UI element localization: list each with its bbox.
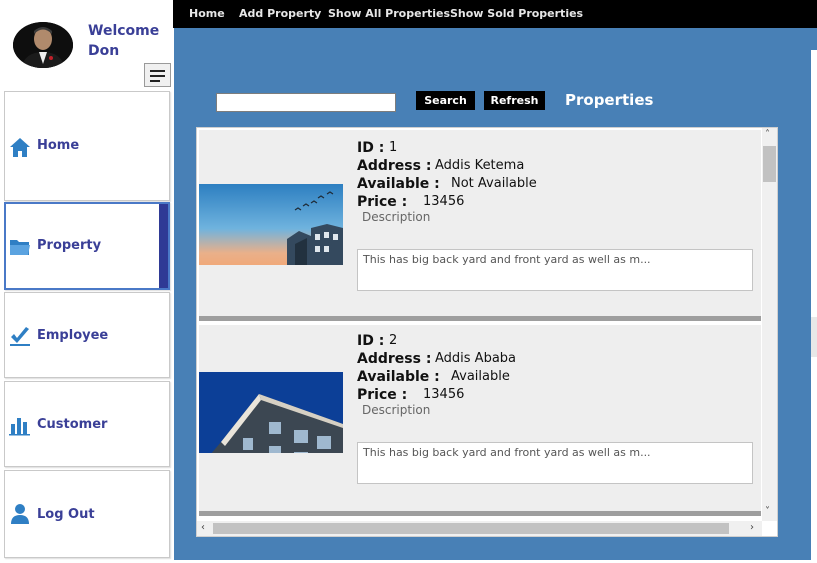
active-indicator (159, 204, 168, 288)
sidebar-item-label: Customer (37, 417, 108, 432)
address-value: Addis Ababa (435, 351, 517, 366)
hamburger-icon-line (150, 75, 165, 77)
property-details: ID : 1 Address : Addis Ketema Available … (357, 140, 757, 220)
scroll-right-icon[interactable]: › (750, 522, 754, 533)
address-label: Address : (357, 351, 432, 367)
main-edge (811, 28, 817, 50)
vertical-scrollbar[interactable]: ˄ ˅ (762, 128, 777, 521)
id-value: 1 (389, 140, 398, 155)
id-value: 2 (389, 333, 398, 348)
scroll-down-icon[interactable]: ˅ (765, 506, 770, 517)
page-title: Properties (565, 91, 654, 109)
top-nav-bar: Home Add Property Show All Properties Sh… (173, 0, 817, 28)
horizontal-scroll-thumb[interactable] (213, 523, 729, 534)
property-details: ID : 2 Address : Addis Ababa Available :… (357, 333, 757, 413)
description-field[interactable]: This has big back yard and front yard as… (357, 442, 753, 484)
hamburger-icon-line (150, 80, 160, 82)
id-label: ID : (357, 333, 385, 349)
welcome-text: Welcome Don (88, 21, 159, 61)
scroll-up-icon[interactable]: ˄ (765, 129, 770, 140)
price-value: 13456 (423, 194, 465, 209)
background-window-edge (811, 317, 817, 357)
available-label: Available : (357, 369, 440, 385)
property-card[interactable]: ID : 2 Address : Addis Ababa Available :… (199, 325, 761, 516)
id-label: ID : (357, 140, 385, 156)
welcome-line: Welcome (88, 23, 160, 39)
username: Don (88, 43, 120, 59)
property-image (199, 372, 343, 453)
property-card[interactable]: ID : 1 Address : Addis Ketema Available … (199, 130, 761, 321)
nav-link-show-sold-properties[interactable]: Show Sold Properties (450, 7, 583, 20)
sidebar-item-customer[interactable]: Customer (4, 381, 170, 467)
sidebar-item-home[interactable]: Home (4, 91, 170, 201)
sidebar: Welcome Don Home Property Employee Custo… (0, 0, 173, 563)
sidebar-item-logout[interactable]: Log Out (4, 470, 170, 558)
property-list: ID : 1 Address : Addis Ketema Available … (196, 127, 778, 537)
hamburger-icon (150, 70, 165, 72)
nav-link-show-all-properties[interactable]: Show All Properties (328, 7, 450, 20)
address-label: Address : (357, 158, 432, 174)
search-button[interactable]: Search (416, 91, 475, 110)
nav-link-home[interactable]: Home (189, 7, 225, 20)
sidebar-item-employee[interactable]: Employee (4, 292, 170, 378)
avatar (13, 22, 73, 68)
sidebar-item-label: Log Out (37, 507, 95, 522)
available-value: Not Available (451, 176, 537, 191)
horizontal-scrollbar[interactable]: ‹ › (197, 521, 762, 536)
sidebar-item-label: Home (37, 138, 80, 153)
folder-icon (10, 240, 30, 255)
sidebar-item-label: Property (37, 238, 102, 253)
search-input[interactable] (216, 93, 396, 112)
available-label: Available : (357, 176, 440, 192)
description-label: Description (362, 210, 431, 224)
description-field[interactable]: This has big back yard and front yard as… (357, 249, 753, 291)
sidebar-item-property[interactable]: Property (4, 202, 170, 290)
price-label: Price : (357, 387, 408, 403)
bar-chart-icon (9, 418, 30, 436)
user-icon (11, 504, 29, 524)
price-value: 13456 (423, 387, 465, 402)
price-label: Price : (357, 194, 408, 210)
checkmark-icon (10, 327, 30, 346)
description-label: Description (362, 403, 431, 417)
user-block: Welcome Don (0, 0, 173, 88)
nav-link-add-property[interactable]: Add Property (239, 7, 321, 20)
address-value: Addis Ketema (435, 158, 525, 173)
vertical-scroll-thumb[interactable] (763, 146, 776, 182)
property-image (199, 184, 343, 265)
hamburger-menu-button[interactable] (144, 63, 171, 87)
sidebar-item-label: Employee (37, 328, 109, 343)
available-value: Available (451, 369, 510, 384)
refresh-button[interactable]: Refresh (484, 91, 545, 110)
home-icon (10, 138, 30, 157)
scroll-left-icon[interactable]: ‹ (201, 522, 205, 533)
